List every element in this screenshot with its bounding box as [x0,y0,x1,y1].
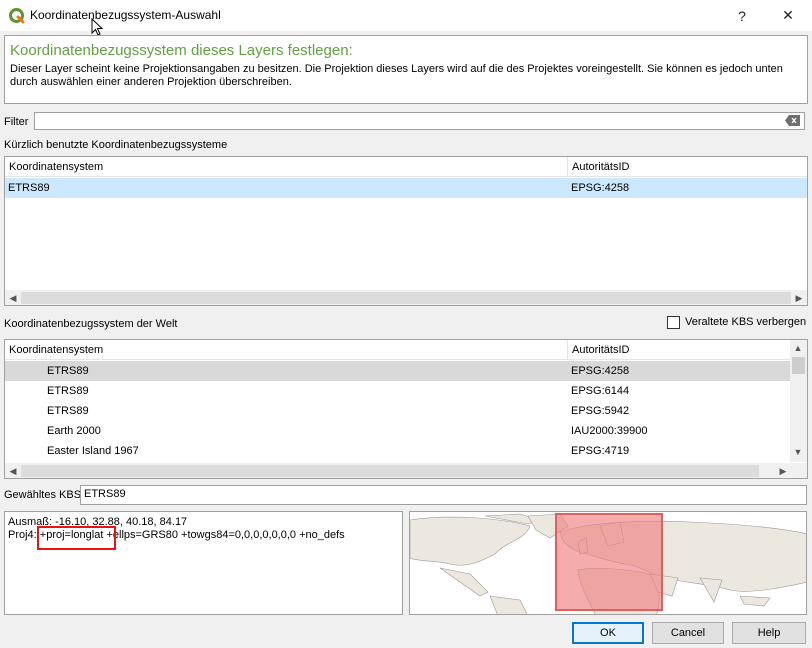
filter-label: Filter [4,116,29,128]
clear-input-icon[interactable] [785,115,800,126]
scroll-down-icon[interactable]: ▼ [790,444,806,460]
world-horizontal-scrollbar[interactable]: ◀ ▶ [5,462,807,478]
cell-authority: EPSG:4258 [571,182,630,194]
world-vertical-scrollbar[interactable]: ▲ ▼ [790,340,807,462]
cell-name: ETRS89 [47,365,89,377]
recent-crs-table: Koordinatensystem AutoritätsID ETRS89 EP… [4,156,808,306]
cancel-button[interactable]: Cancel [652,622,724,644]
cell-authority: IAU2000:39900 [571,425,648,437]
hide-deprecated-label[interactable]: Veraltete KBS verbergen [685,316,806,328]
extent-map-preview [409,511,807,615]
filter-input[interactable] [34,112,805,130]
cell-name: ETRS89 [47,385,89,397]
help-button[interactable]: Help [732,622,806,644]
recent-crs-label: Kürzlich benutzte Koordinatenbezugssyste… [4,139,228,151]
info-text: Dieser Layer scheint keine Projektionsan… [10,63,783,88]
column-header-authority[interactable]: AutoritätsID [568,157,807,177]
recent-row-etrs89[interactable]: ETRS89 EPSG:4258 [5,178,807,198]
selected-crs-label: Gewähltes KBS [4,489,82,501]
world-crs-table: Koordinatensystem AutoritätsID ETRS89 EP… [4,339,808,479]
crs-extent-highlight [555,513,663,611]
scroll-left-icon[interactable]: ◀ [5,290,21,305]
scroll-left-icon[interactable]: ◀ [5,463,21,478]
annotation-highlight-box [37,526,116,550]
help-title-button[interactable]: ? [722,0,762,31]
info-panel: Koordinatenbezugssystem dieses Layers fe… [4,35,808,104]
cell-name: Earth 2000 [47,425,101,437]
cell-name: ETRS89 [8,182,50,194]
close-button[interactable]: ✕ [768,0,808,31]
cell-authority: EPSG:6144 [571,385,630,397]
world-row[interactable]: Easter Island 1967 EPSG:4719 [5,441,791,461]
world-row[interactable]: ETRS89 EPSG:6144 [5,381,791,401]
world-row[interactable]: ETRS89 EPSG:5942 [5,401,791,421]
scroll-right-icon[interactable]: ▶ [775,463,791,478]
table-header: Koordinatensystem AutoritätsID [5,340,791,360]
world-crs-label: Koordinatenbezugssystem der Welt [4,318,178,330]
cell-name: ETRS89 [47,405,89,417]
column-header-name[interactable]: Koordinatensystem [5,157,568,177]
cell-authority: EPSG:4719 [571,445,630,457]
ok-button[interactable]: OK [572,622,644,644]
window-title: Koordinatenbezugssystem-Auswahl [30,8,221,22]
cell-authority: EPSG:5942 [571,405,630,417]
cell-authority: EPSG:4258 [571,365,630,377]
info-heading: Koordinatenbezugssystem dieses Layers fe… [10,42,353,59]
qgis-logo-icon [9,8,25,24]
column-header-authority[interactable]: AutoritätsID [568,340,791,360]
cell-name: Easter Island 1967 [47,445,139,457]
recent-horizontal-scrollbar[interactable]: ◀ ▶ [5,289,807,305]
scrollbar-thumb[interactable] [21,292,791,304]
scrollbar-thumb[interactable] [21,465,759,477]
column-header-name[interactable]: Koordinatensystem [5,340,568,360]
scroll-up-icon[interactable]: ▲ [790,340,806,356]
table-header: Koordinatensystem AutoritätsID [5,157,807,177]
world-row[interactable]: ETRS89 EPSG:4258 [5,361,791,381]
world-row[interactable]: Earth 2000 IAU2000:39900 [5,421,791,441]
scrollbar-thumb[interactable] [792,357,805,374]
selected-crs-field: ETRS89 [80,485,807,505]
scroll-right-icon[interactable]: ▶ [791,290,807,305]
hide-deprecated-checkbox[interactable] [667,316,680,329]
world-map [410,512,806,614]
